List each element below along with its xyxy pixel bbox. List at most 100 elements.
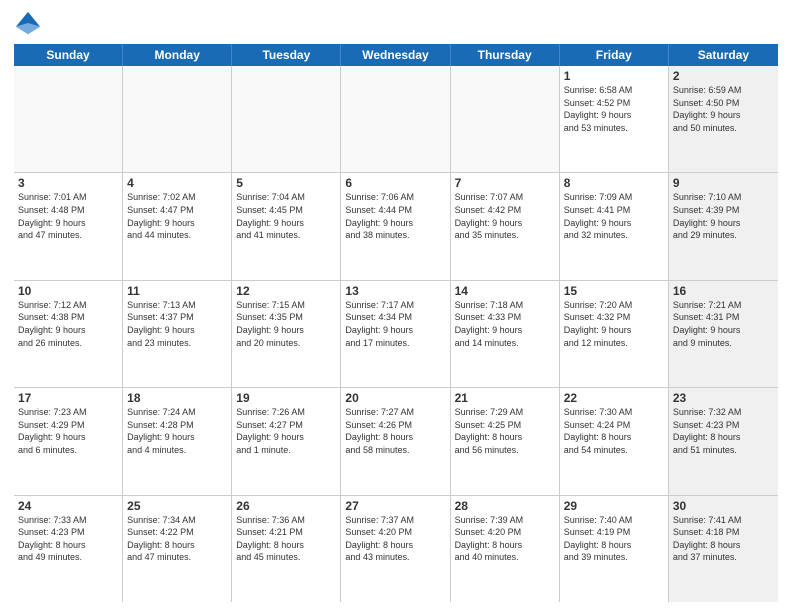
header-day-wednesday: Wednesday (341, 44, 450, 66)
day-number: 5 (236, 176, 336, 190)
day-cell-20: 20Sunrise: 7:27 AM Sunset: 4:26 PM Dayli… (341, 388, 450, 494)
day-info: Sunrise: 7:30 AM Sunset: 4:24 PM Dayligh… (564, 406, 664, 456)
day-number: 7 (455, 176, 555, 190)
day-info: Sunrise: 7:26 AM Sunset: 4:27 PM Dayligh… (236, 406, 336, 456)
day-cell-11: 11Sunrise: 7:13 AM Sunset: 4:37 PM Dayli… (123, 281, 232, 387)
day-cell-14: 14Sunrise: 7:18 AM Sunset: 4:33 PM Dayli… (451, 281, 560, 387)
header-day-tuesday: Tuesday (232, 44, 341, 66)
empty-cell (14, 66, 123, 172)
day-number: 9 (673, 176, 774, 190)
day-cell-29: 29Sunrise: 7:40 AM Sunset: 4:19 PM Dayli… (560, 496, 669, 602)
day-cell-5: 5Sunrise: 7:04 AM Sunset: 4:45 PM Daylig… (232, 173, 341, 279)
day-number: 23 (673, 391, 774, 405)
day-info: Sunrise: 6:59 AM Sunset: 4:50 PM Dayligh… (673, 84, 774, 134)
logo (14, 10, 44, 38)
day-info: Sunrise: 7:36 AM Sunset: 4:21 PM Dayligh… (236, 514, 336, 564)
day-info: Sunrise: 7:24 AM Sunset: 4:28 PM Dayligh… (127, 406, 227, 456)
day-cell-3: 3Sunrise: 7:01 AM Sunset: 4:48 PM Daylig… (14, 173, 123, 279)
day-cell-30: 30Sunrise: 7:41 AM Sunset: 4:18 PM Dayli… (669, 496, 778, 602)
day-number: 13 (345, 284, 445, 298)
day-number: 12 (236, 284, 336, 298)
day-number: 11 (127, 284, 227, 298)
day-info: Sunrise: 7:32 AM Sunset: 4:23 PM Dayligh… (673, 406, 774, 456)
day-info: Sunrise: 7:21 AM Sunset: 4:31 PM Dayligh… (673, 299, 774, 349)
header-day-friday: Friday (560, 44, 669, 66)
day-number: 28 (455, 499, 555, 513)
day-number: 3 (18, 176, 118, 190)
header (14, 10, 778, 38)
day-number: 14 (455, 284, 555, 298)
day-info: Sunrise: 7:34 AM Sunset: 4:22 PM Dayligh… (127, 514, 227, 564)
day-cell-10: 10Sunrise: 7:12 AM Sunset: 4:38 PM Dayli… (14, 281, 123, 387)
day-cell-1: 1Sunrise: 6:58 AM Sunset: 4:52 PM Daylig… (560, 66, 669, 172)
day-info: Sunrise: 7:41 AM Sunset: 4:18 PM Dayligh… (673, 514, 774, 564)
day-cell-21: 21Sunrise: 7:29 AM Sunset: 4:25 PM Dayli… (451, 388, 560, 494)
day-cell-24: 24Sunrise: 7:33 AM Sunset: 4:23 PM Dayli… (14, 496, 123, 602)
day-cell-16: 16Sunrise: 7:21 AM Sunset: 4:31 PM Dayli… (669, 281, 778, 387)
day-info: Sunrise: 7:17 AM Sunset: 4:34 PM Dayligh… (345, 299, 445, 349)
day-info: Sunrise: 7:29 AM Sunset: 4:25 PM Dayligh… (455, 406, 555, 456)
header-day-thursday: Thursday (451, 44, 560, 66)
day-info: Sunrise: 7:07 AM Sunset: 4:42 PM Dayligh… (455, 191, 555, 241)
day-number: 8 (564, 176, 664, 190)
day-cell-17: 17Sunrise: 7:23 AM Sunset: 4:29 PM Dayli… (14, 388, 123, 494)
day-number: 24 (18, 499, 118, 513)
empty-cell (232, 66, 341, 172)
day-number: 15 (564, 284, 664, 298)
day-info: Sunrise: 7:20 AM Sunset: 4:32 PM Dayligh… (564, 299, 664, 349)
header-day-monday: Monday (123, 44, 232, 66)
day-cell-9: 9Sunrise: 7:10 AM Sunset: 4:39 PM Daylig… (669, 173, 778, 279)
day-info: Sunrise: 7:33 AM Sunset: 4:23 PM Dayligh… (18, 514, 118, 564)
day-number: 2 (673, 69, 774, 83)
day-number: 26 (236, 499, 336, 513)
day-cell-23: 23Sunrise: 7:32 AM Sunset: 4:23 PM Dayli… (669, 388, 778, 494)
day-number: 19 (236, 391, 336, 405)
calendar-header: SundayMondayTuesdayWednesdayThursdayFrid… (14, 44, 778, 66)
day-info: Sunrise: 7:02 AM Sunset: 4:47 PM Dayligh… (127, 191, 227, 241)
day-number: 29 (564, 499, 664, 513)
empty-cell (341, 66, 450, 172)
day-number: 6 (345, 176, 445, 190)
day-cell-2: 2Sunrise: 6:59 AM Sunset: 4:50 PM Daylig… (669, 66, 778, 172)
calendar-row-2: 3Sunrise: 7:01 AM Sunset: 4:48 PM Daylig… (14, 173, 778, 280)
day-number: 16 (673, 284, 774, 298)
day-cell-28: 28Sunrise: 7:39 AM Sunset: 4:20 PM Dayli… (451, 496, 560, 602)
day-number: 21 (455, 391, 555, 405)
calendar-row-1: 1Sunrise: 6:58 AM Sunset: 4:52 PM Daylig… (14, 66, 778, 173)
day-number: 10 (18, 284, 118, 298)
day-number: 18 (127, 391, 227, 405)
day-cell-18: 18Sunrise: 7:24 AM Sunset: 4:28 PM Dayli… (123, 388, 232, 494)
day-info: Sunrise: 7:27 AM Sunset: 4:26 PM Dayligh… (345, 406, 445, 456)
calendar-row-3: 10Sunrise: 7:12 AM Sunset: 4:38 PM Dayli… (14, 281, 778, 388)
day-info: Sunrise: 7:13 AM Sunset: 4:37 PM Dayligh… (127, 299, 227, 349)
day-cell-22: 22Sunrise: 7:30 AM Sunset: 4:24 PM Dayli… (560, 388, 669, 494)
day-info: Sunrise: 6:58 AM Sunset: 4:52 PM Dayligh… (564, 84, 664, 134)
day-info: Sunrise: 7:18 AM Sunset: 4:33 PM Dayligh… (455, 299, 555, 349)
day-info: Sunrise: 7:09 AM Sunset: 4:41 PM Dayligh… (564, 191, 664, 241)
day-cell-8: 8Sunrise: 7:09 AM Sunset: 4:41 PM Daylig… (560, 173, 669, 279)
day-number: 30 (673, 499, 774, 513)
logo-icon (14, 10, 42, 38)
day-number: 22 (564, 391, 664, 405)
day-info: Sunrise: 7:10 AM Sunset: 4:39 PM Dayligh… (673, 191, 774, 241)
day-cell-12: 12Sunrise: 7:15 AM Sunset: 4:35 PM Dayli… (232, 281, 341, 387)
calendar: SundayMondayTuesdayWednesdayThursdayFrid… (14, 44, 778, 602)
empty-cell (123, 66, 232, 172)
day-cell-4: 4Sunrise: 7:02 AM Sunset: 4:47 PM Daylig… (123, 173, 232, 279)
day-number: 20 (345, 391, 445, 405)
day-number: 1 (564, 69, 664, 83)
header-day-sunday: Sunday (14, 44, 123, 66)
day-info: Sunrise: 7:01 AM Sunset: 4:48 PM Dayligh… (18, 191, 118, 241)
day-number: 4 (127, 176, 227, 190)
empty-cell (451, 66, 560, 172)
day-info: Sunrise: 7:12 AM Sunset: 4:38 PM Dayligh… (18, 299, 118, 349)
header-day-saturday: Saturday (669, 44, 778, 66)
day-info: Sunrise: 7:15 AM Sunset: 4:35 PM Dayligh… (236, 299, 336, 349)
day-cell-19: 19Sunrise: 7:26 AM Sunset: 4:27 PM Dayli… (232, 388, 341, 494)
page: SundayMondayTuesdayWednesdayThursdayFrid… (0, 0, 792, 612)
day-cell-13: 13Sunrise: 7:17 AM Sunset: 4:34 PM Dayli… (341, 281, 450, 387)
day-cell-27: 27Sunrise: 7:37 AM Sunset: 4:20 PM Dayli… (341, 496, 450, 602)
day-number: 17 (18, 391, 118, 405)
day-number: 25 (127, 499, 227, 513)
day-info: Sunrise: 7:06 AM Sunset: 4:44 PM Dayligh… (345, 191, 445, 241)
